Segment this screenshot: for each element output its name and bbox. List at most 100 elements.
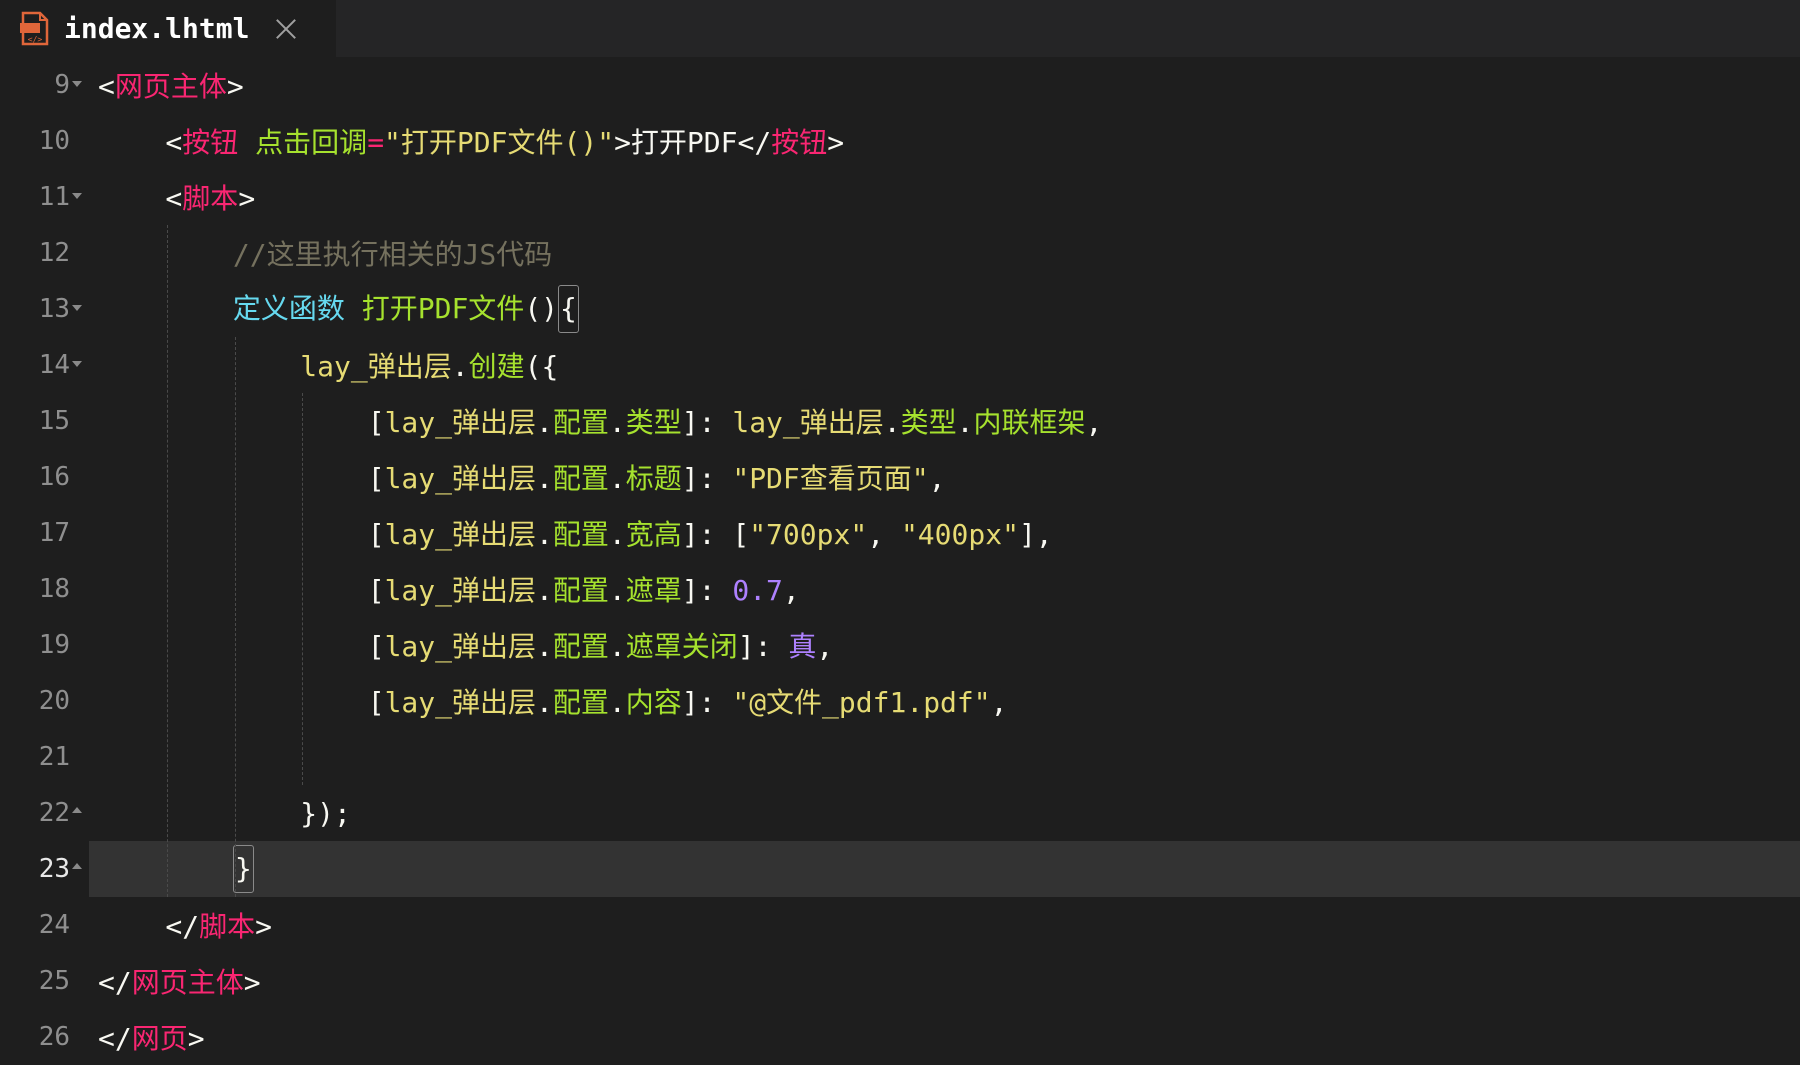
- close-icon[interactable]: [275, 18, 297, 40]
- fold-arrow-down-icon[interactable]: [72, 361, 82, 367]
- code-token: 配置: [552, 406, 609, 439]
- code-token: 真: [788, 630, 817, 663]
- code-content: <脚本>: [98, 177, 255, 217]
- line-number: 13: [38, 294, 70, 324]
- code-line[interactable]: 19 [lay_弹出层.配置.遮罩关闭]: 真,: [0, 617, 1800, 673]
- code-token: ,: [928, 462, 946, 495]
- code-token: ]:: [681, 574, 733, 607]
- code-token: 脚本: [182, 182, 239, 215]
- code-line[interactable]: 11 <脚本>: [0, 169, 1800, 225]
- code-token: ,: [1085, 406, 1103, 439]
- code-token: 定义函数: [232, 292, 345, 325]
- code-token: .: [536, 518, 553, 551]
- code-content: </网页>: [98, 1017, 205, 1057]
- code-token: </: [98, 966, 132, 999]
- code-token: .: [608, 686, 626, 719]
- line-number: 17: [38, 518, 70, 548]
- code-content: </脚本>: [98, 905, 272, 945]
- fold-arrow-down-icon[interactable]: [72, 81, 82, 87]
- code-token: <: [98, 126, 183, 159]
- code-content: [lay_弹出层.配置.遮罩关闭]: 真,: [98, 625, 834, 665]
- code-line[interactable]: 14 lay_弹出层.创建({: [0, 337, 1800, 393]
- code-token: 宽高: [625, 518, 682, 551]
- code-token: [: [98, 686, 385, 719]
- code-line[interactable]: 20 [lay_弹出层.配置.内容]: "@文件_pdf1.pdf",: [0, 673, 1800, 729]
- code-line[interactable]: 22 });: [0, 785, 1800, 841]
- code-token: lay_弹出层: [384, 630, 537, 663]
- code-token: ]:: [681, 686, 733, 719]
- code-token: //这里执行相关的JS代码: [98, 238, 553, 271]
- code-content: }: [98, 845, 254, 893]
- code-token: .: [536, 406, 553, 439]
- code-line[interactable]: 12 //这里执行相关的JS代码: [0, 225, 1800, 281]
- code-token: "PDF查看页面": [732, 462, 929, 495]
- line-number: 20: [38, 686, 70, 716]
- code-token: [: [98, 462, 385, 495]
- code-token: 配置: [552, 462, 609, 495]
- code-token: [: [98, 406, 385, 439]
- code-token: 标题: [625, 462, 682, 495]
- fold-arrow-up-icon[interactable]: [72, 863, 82, 869]
- code-token: .: [608, 574, 626, 607]
- svg-text:</>: </>: [28, 35, 43, 44]
- code-token: });: [98, 796, 351, 830]
- fold-arrow-down-icon[interactable]: [72, 193, 82, 199]
- code-token: ,: [782, 574, 800, 607]
- code-token: .: [608, 406, 626, 439]
- code-line[interactable]: 15 [lay_弹出层.配置.类型]: lay_弹出层.类型.内联框架,: [0, 393, 1800, 449]
- code-token: =: [367, 126, 385, 159]
- code-line[interactable]: 16 [lay_弹出层.配置.标题]: "PDF查看页面",: [0, 449, 1800, 505]
- line-number: 14: [38, 350, 70, 380]
- code-content: [lay_弹出层.配置.遮罩]: 0.7,: [98, 569, 800, 609]
- html-file-icon: </>: [20, 11, 49, 45]
- code-line[interactable]: 25 </网页主体>: [0, 953, 1800, 1009]
- line-number: 25: [38, 966, 70, 996]
- code-line[interactable]: 26 </网页>: [0, 1009, 1800, 1065]
- code-token: >: [187, 1022, 205, 1055]
- code-line[interactable]: 21: [0, 729, 1800, 785]
- code-token: "@文件_pdf1.pdf": [732, 686, 991, 719]
- line-number: 22: [38, 798, 70, 828]
- code-token: 内容: [625, 686, 682, 719]
- code-token: ]:: [681, 462, 733, 495]
- line-number: 12: [38, 238, 70, 268]
- code-line[interactable]: 10 <按钮 点击回调="打开PDF文件()">打开PDF</按钮>: [0, 113, 1800, 169]
- code-line[interactable]: 23 }: [0, 841, 1800, 897]
- code-token: .: [536, 462, 553, 495]
- code-token: .: [536, 686, 553, 719]
- code-content: [lay_弹出层.配置.类型]: lay_弹出层.类型.内联框架,: [98, 401, 1103, 441]
- code-line[interactable]: 18 [lay_弹出层.配置.遮罩]: 0.7,: [0, 561, 1800, 617]
- code-token: 按钮: [771, 126, 828, 159]
- code-line[interactable]: 9 <网页主体>: [0, 57, 1800, 113]
- code-token: 网页: [131, 1022, 188, 1055]
- line-number: 11: [38, 182, 70, 212]
- code-editor[interactable]: 9 <网页主体> 10 <按钮 点击回调="打开PDF文件()">打开PDF</按钮…: [0, 57, 1800, 1055]
- code-line[interactable]: 13 定义函数 打开PDF文件(){: [0, 281, 1800, 337]
- code-token: ],: [1018, 518, 1053, 551]
- code-token: 网页主体: [131, 966, 244, 999]
- code-token: .: [608, 462, 626, 495]
- code-token: ,: [867, 518, 901, 551]
- indent-guide: [302, 393, 304, 785]
- code-token: 配置: [552, 630, 609, 663]
- fold-arrow-up-icon[interactable]: [72, 807, 82, 813]
- code-token: <: [98, 182, 183, 215]
- code-token: lay_弹出层: [384, 686, 537, 719]
- line-number: 10: [38, 126, 70, 156]
- code-token: .: [956, 406, 974, 439]
- code-token: 配置: [552, 686, 609, 719]
- code-token: >: [238, 182, 256, 215]
- code-token: [: [98, 574, 385, 607]
- editor-tab[interactable]: </> index.lhtml: [0, 0, 336, 57]
- line-number: 9: [54, 70, 70, 100]
- tab-filename: index.lhtml: [64, 12, 250, 45]
- code-line[interactable]: 17 [lay_弹出层.配置.宽高]: ["700px", "400px"],: [0, 505, 1800, 561]
- code-token: 遮罩关闭: [625, 630, 738, 663]
- code-line[interactable]: 24 </脚本>: [0, 897, 1800, 953]
- code-token: "打开PDF文件()": [384, 126, 615, 159]
- code-token: ,: [990, 686, 1008, 719]
- fold-arrow-down-icon[interactable]: [72, 305, 82, 311]
- code-content: });: [98, 797, 351, 830]
